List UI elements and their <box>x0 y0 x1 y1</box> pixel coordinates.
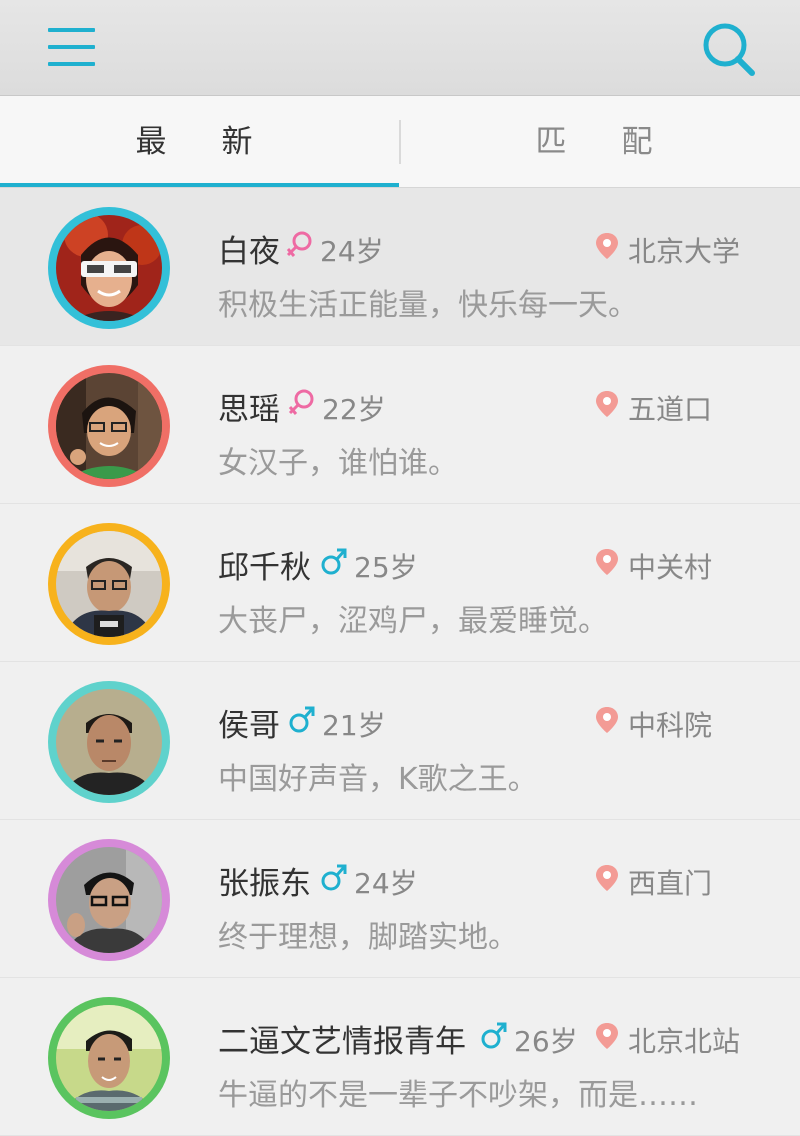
user-age: 26岁 <box>514 1025 578 1058</box>
user-name: 侯哥 <box>218 708 280 744</box>
user-location: 北京大学 <box>628 235 741 268</box>
male-icon <box>320 546 348 576</box>
location-pin-icon <box>596 1022 618 1050</box>
user-row[interactable]: 白夜 24岁 北京大学 积极生活正能量，快乐每一天。 <box>0 188 800 346</box>
location-pin-icon <box>596 548 618 576</box>
user-age: 22岁 <box>322 393 386 426</box>
user-bio: 积极生活正能量，快乐每一天。 <box>218 288 638 323</box>
user-location: 五道口 <box>628 393 713 426</box>
user-name: 张振东 <box>218 866 311 902</box>
user-age: 25岁 <box>354 551 418 584</box>
avatar <box>56 531 162 637</box>
avatar <box>56 215 162 321</box>
location-pin-icon <box>596 706 618 734</box>
user-row[interactable]: 思瑶 22岁 五道口 女汉子，谁怕谁。 <box>0 346 800 504</box>
location-pin-icon <box>596 232 618 260</box>
user-name: 二逼文艺情报青年 <box>218 1024 466 1060</box>
user-row[interactable]: 邱千秋 25岁 中关村 大丧尸，涩鸡尸，最爱睡觉。 <box>0 504 800 662</box>
user-name: 思瑶 <box>218 392 280 428</box>
selected-tab-indicator <box>0 183 399 187</box>
top-app-bar <box>0 0 800 96</box>
user-location: 北京北站 <box>628 1025 741 1058</box>
male-icon <box>288 704 316 734</box>
avatar-ring <box>48 523 170 645</box>
tab-bar: 最 新 匹 配 <box>0 96 800 188</box>
user-location: 中关村 <box>628 551 713 584</box>
user-age: 24岁 <box>354 867 418 900</box>
user-name: 白夜 <box>218 234 280 270</box>
male-icon <box>480 1020 508 1050</box>
avatar <box>56 847 162 953</box>
avatar-ring <box>48 207 170 329</box>
user-list: 白夜 24岁 北京大学 积极生活正能量，快乐每一天。 思瑶 22岁 五道口 女汉… <box>0 188 800 1136</box>
user-location: 西直门 <box>628 867 713 900</box>
location-pin-icon <box>596 390 618 418</box>
user-row[interactable]: 张振东 24岁 西直门 终于理想，脚踏实地。 <box>0 820 800 978</box>
search-icon[interactable] <box>700 20 758 78</box>
user-name: 邱千秋 <box>218 550 311 586</box>
avatar-ring <box>48 365 170 487</box>
hamburger-menu-icon[interactable] <box>40 22 102 74</box>
user-bio: 终于理想，脚踏实地。 <box>218 920 518 955</box>
user-age: 21岁 <box>322 709 386 742</box>
male-icon <box>320 862 348 892</box>
user-row[interactable]: 侯哥 21岁 中科院 中国好声音，K歌之王。 <box>0 662 800 820</box>
tab-latest[interactable]: 最 新 <box>0 96 400 188</box>
user-row[interactable]: 二逼文艺情报青年 26岁 北京北站 牛逼的不是一辈子不吵架，而是…… <box>0 978 800 1136</box>
location-pin-icon <box>596 864 618 892</box>
user-bio: 大丧尸，涩鸡尸，最爱睡觉。 <box>218 604 608 639</box>
avatar-ring <box>48 839 170 961</box>
user-age: 24岁 <box>320 235 384 268</box>
user-location: 中科院 <box>628 709 713 742</box>
avatar <box>56 689 162 795</box>
avatar-ring <box>48 681 170 803</box>
female-icon <box>286 230 314 260</box>
user-bio: 中国好声音，K歌之王。 <box>218 762 538 797</box>
user-bio: 女汉子，谁怕谁。 <box>218 446 458 481</box>
avatar <box>56 1005 162 1111</box>
avatar-ring <box>48 997 170 1119</box>
female-icon <box>288 388 316 418</box>
avatar <box>56 373 162 479</box>
user-bio: 牛逼的不是一辈子不吵架，而是…… <box>218 1078 698 1113</box>
tab-match[interactable]: 匹 配 <box>400 96 800 188</box>
